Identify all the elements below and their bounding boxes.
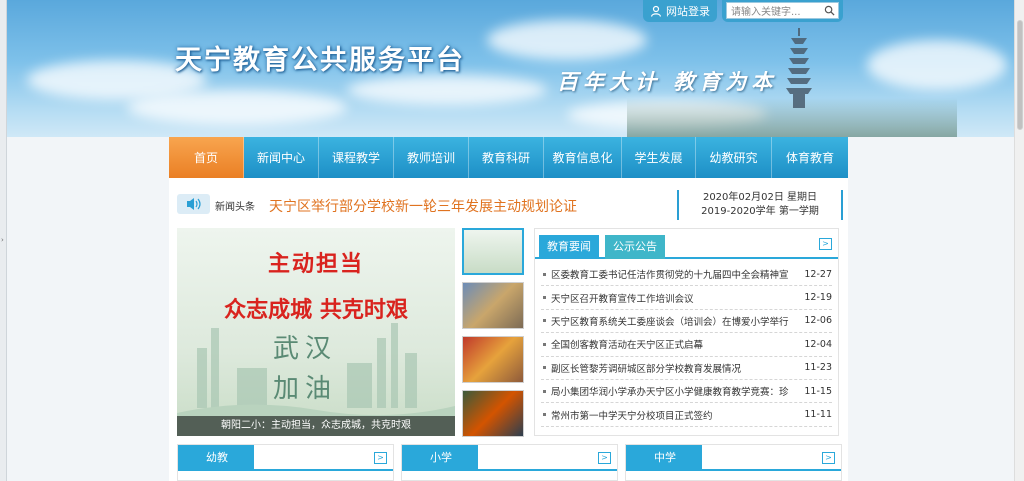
tab-announcements[interactable]: 公示公告 [605, 235, 665, 259]
category-preschool: 幼教 > [177, 444, 394, 481]
more-icon[interactable]: > [822, 452, 835, 464]
nav-item-news[interactable]: 新闻中心 [244, 137, 319, 178]
category-header: 中学 > [626, 445, 841, 471]
slide-headline-1: 主动担当 [267, 251, 364, 277]
nav-item-preschool[interactable]: 幼教研究 [696, 137, 772, 178]
more-icon[interactable]: > [374, 452, 387, 464]
list-item[interactable]: 天宁区教育系统关工委座谈会（培训会）在博爱小学举行 12-06 [541, 310, 832, 334]
more-icon[interactable]: > [819, 238, 832, 250]
cloud [487, 20, 647, 60]
news-title[interactable]: 局小集团华润小学承办天宁区小学健康教育教学竞赛：珍 [551, 384, 798, 398]
more-icon[interactable]: > [598, 452, 611, 464]
bullet-icon [543, 366, 546, 370]
news-list: 区委教育工委书记任洁作贯彻党的十九届四中全会精神宣 12-27 天宁区召开教育宣传… [535, 259, 838, 427]
news-date: 12-06 [804, 315, 832, 327]
news-title[interactable]: 常州市第一中学天宁分校项目正式签约 [551, 408, 798, 422]
bullet-icon [543, 272, 546, 276]
category-label[interactable]: 幼教 [178, 445, 254, 471]
bullet-icon [543, 319, 546, 323]
bullet-icon [543, 342, 546, 346]
list-item[interactable]: 局小集团华润小学承办天宁区小学健康教育教学竞赛：珍 11-15 [541, 380, 832, 404]
headline-tag: 新闻头条 [215, 202, 255, 213]
slideshow-thumbnails [462, 228, 526, 444]
news-date: 12-19 [804, 292, 832, 304]
category-header: 幼教 > [178, 445, 393, 471]
slide-text-jiayou: 加油 [273, 374, 338, 404]
content-panel: 新闻头条 天宁区举行部分学校新一轮三年发展主动规划论证 2020年02月02日 … [169, 178, 848, 481]
category-header: 小学 > [402, 445, 617, 471]
category-label[interactable]: 小学 [402, 445, 478, 471]
nav-item-home[interactable]: 首页 [169, 137, 244, 178]
category-primary: 小学 > [401, 444, 618, 481]
thumbnail-3[interactable] [462, 336, 524, 383]
collapse-arrow-icon[interactable]: › [1, 236, 4, 244]
news-date: 11-23 [804, 362, 832, 374]
login-label: 网站登录 [666, 5, 710, 18]
site-title: 天宁教育公共服务平台 [175, 45, 465, 76]
bullet-icon [543, 296, 546, 300]
nav-item-informatization[interactable]: 教育信息化 [544, 137, 622, 178]
motto: 百年大计 教育为本 [557, 69, 778, 94]
school-term: 2019-2020学年 第一学期 [701, 206, 819, 217]
list-item[interactable]: 区委教育工委书记任洁作贯彻党的十九届四中全会精神宣 12-27 [541, 263, 832, 287]
pagoda-icon [786, 28, 812, 108]
nav-item-courses[interactable]: 课程教学 [319, 137, 394, 178]
news-tabs: 教育要闻 公示公告 > [535, 229, 838, 259]
thumbnail-2[interactable] [462, 282, 524, 329]
category-label[interactable]: 中学 [626, 445, 702, 471]
news-date: 11-11 [804, 409, 832, 421]
thumbnail-1[interactable] [462, 228, 524, 275]
search-bar: 请输入关键字... [722, 0, 843, 22]
bullet-icon [543, 389, 546, 393]
scrollbar[interactable] [1014, 0, 1024, 481]
left-edge: › [0, 0, 7, 481]
slide-text-wuhan: 武汉 [273, 334, 338, 364]
bullet-icon [543, 413, 546, 417]
slideshow-main-image[interactable]: 主动担当 众志成城 共克时艰 武汉 加油 朝阳二小：主动担当，众志成城，共克时艰 [177, 228, 455, 436]
headline-bar: 新闻头条 天宁区举行部分学校新一轮三年发展主动规划论证 2020年02月02日 … [177, 188, 843, 220]
headline-link[interactable]: 天宁区举行部分学校新一轮三年发展主动规划论证 [269, 196, 577, 216]
user-icon [650, 5, 662, 17]
news-date: 11-15 [804, 385, 832, 397]
cloud [347, 75, 547, 105]
scrollbar-thumb[interactable] [1017, 20, 1023, 130]
banner: 天宁教育公共服务平台 百年大计 教育为本 [7, 0, 1014, 137]
speaker-icon [177, 194, 210, 214]
list-item[interactable]: 天宁区召开教育宣传工作培训会议 12-19 [541, 286, 832, 310]
tab-education-news[interactable]: 教育要闻 [539, 235, 599, 259]
search-icon[interactable] [824, 5, 835, 16]
slide-headline-2: 众志成城 共克时艰 [224, 297, 408, 323]
news-title[interactable]: 天宁区教育系统关工委座谈会（培训会）在博爱小学举行 [551, 314, 798, 328]
news-date: 12-27 [804, 268, 832, 280]
login-button[interactable]: 网站登录 [643, 0, 717, 22]
nav-item-teacher-training[interactable]: 教师培训 [394, 137, 469, 178]
search-input[interactable]: 请输入关键字... [726, 2, 839, 19]
main-nav: 首页 新闻中心 课程教学 教师培训 教育科研 教育信息化 学生发展 幼教研究 体… [169, 137, 848, 178]
news-date: 12-04 [804, 338, 832, 350]
cloud [867, 40, 1007, 90]
news-title[interactable]: 天宁区召开教育宣传工作培训会议 [551, 291, 798, 305]
list-item[interactable]: 常州市第一中学天宁分校项目正式签约 11-11 [541, 403, 832, 427]
list-item[interactable]: 全国创客教育活动在天宁区正式启幕 12-04 [541, 333, 832, 357]
list-item[interactable]: 副区长管黎芳调研城区部分学校教育发展情况 11-23 [541, 357, 832, 380]
search-placeholder: 请输入关键字... [731, 7, 801, 18]
category-middle-school: 中学 > [625, 444, 842, 481]
nav-item-sports[interactable]: 体育教育 [772, 137, 848, 178]
news-title[interactable]: 副区长管黎芳调研城区部分学校教育发展情况 [551, 361, 798, 375]
nav-item-research[interactable]: 教育科研 [469, 137, 544, 178]
current-date: 2020年02月02日 星期日 [702, 192, 818, 203]
news-title[interactable]: 区委教育工委书记任洁作贯彻党的十九届四中全会精神宣 [551, 267, 798, 281]
nav-item-student-development[interactable]: 学生发展 [622, 137, 696, 178]
thumbnail-4[interactable] [462, 390, 524, 437]
news-title[interactable]: 全国创客教育活动在天宁区正式启幕 [551, 337, 798, 351]
slide-caption[interactable]: 朝阳二小：主动担当，众志成城，共克时艰 [177, 416, 455, 436]
news-box: 教育要闻 公示公告 > 区委教育工委书记任洁作贯彻党的十九届四中全会精神宣 12-… [534, 228, 839, 436]
date-box: 2020年02月02日 星期日 2019-2020学年 第一学期 [677, 190, 843, 220]
cloud [127, 90, 347, 125]
